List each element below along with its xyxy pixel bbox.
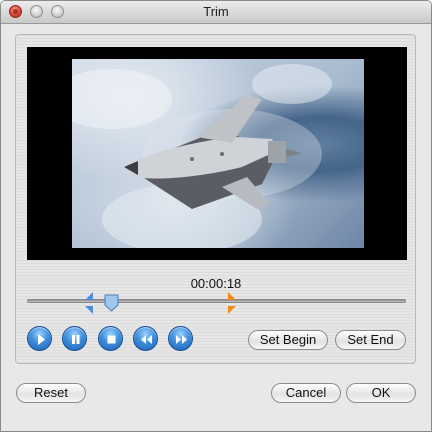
rewind-button[interactable] — [133, 326, 158, 351]
window-title: Trim — [203, 4, 229, 19]
begin-marker[interactable] — [83, 291, 95, 315]
set-begin-button[interactable]: Set Begin — [248, 330, 328, 350]
space-shuttle-image — [72, 64, 332, 248]
fast-forward-icon — [176, 335, 187, 344]
title-bar: Trim — [1, 1, 431, 24]
stop-icon — [107, 335, 116, 344]
reset-button[interactable]: Reset — [16, 383, 86, 403]
stop-button[interactable] — [98, 326, 123, 351]
cancel-button[interactable]: Cancel — [271, 383, 341, 403]
ok-button[interactable]: OK — [346, 383, 416, 403]
video-preview — [27, 47, 407, 260]
pause-button[interactable] — [62, 326, 87, 351]
end-marker[interactable] — [226, 291, 238, 315]
play-icon — [38, 334, 45, 345]
play-button[interactable] — [27, 326, 52, 351]
pause-icon — [72, 335, 80, 344]
video-frame — [72, 59, 364, 248]
playhead-thumb[interactable] — [104, 294, 119, 312]
timecode: 00:00:18 — [190, 276, 242, 291]
rewind-icon — [141, 335, 152, 344]
set-end-button[interactable]: Set End — [335, 330, 406, 350]
fast-forward-button[interactable] — [168, 326, 193, 351]
